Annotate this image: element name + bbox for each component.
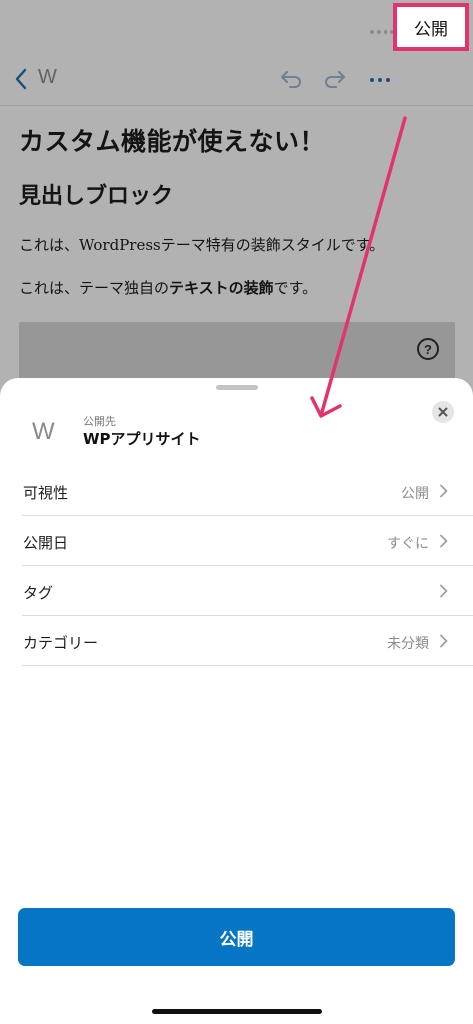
- chevron-right-icon: [440, 534, 448, 548]
- tags-row[interactable]: タグ: [22, 566, 473, 616]
- home-indicator: [152, 1009, 322, 1014]
- publish-top-button[interactable]: 公開: [393, 3, 469, 51]
- row-value: すぐに: [387, 536, 429, 552]
- row-label: 公開日: [23, 534, 69, 552]
- row-label: 可視性: [23, 484, 69, 502]
- categories-row[interactable]: カテゴリー 未分類: [22, 616, 473, 666]
- row-label: タグ: [23, 584, 54, 602]
- sheet-grabber[interactable]: [216, 385, 258, 390]
- publish-settings-list: 可視性 公開 公開日 すぐに タグ カテゴリー 未分類: [22, 466, 473, 666]
- site-icon: W: [32, 418, 55, 445]
- row-label: カテゴリー: [23, 634, 99, 652]
- chevron-right-icon: [440, 584, 448, 598]
- visibility-row[interactable]: 可視性 公開: [22, 466, 473, 516]
- close-icon: [438, 407, 448, 417]
- close-button[interactable]: [432, 401, 454, 423]
- publish-to-label: 公開先: [83, 415, 116, 428]
- row-value: 公開: [401, 486, 429, 502]
- chevron-right-icon: [440, 484, 448, 498]
- site-name: WPアプリサイト: [83, 430, 201, 448]
- row-value: 未分類: [387, 636, 429, 652]
- publish-button[interactable]: 公開: [18, 908, 455, 966]
- chevron-right-icon: [440, 634, 448, 648]
- publish-sheet: W 公開先 WPアプリサイト 可視性 公開 公開日 すぐに タグ カテゴリー 未…: [0, 378, 473, 1024]
- publish-date-row[interactable]: 公開日 すぐに: [22, 516, 473, 566]
